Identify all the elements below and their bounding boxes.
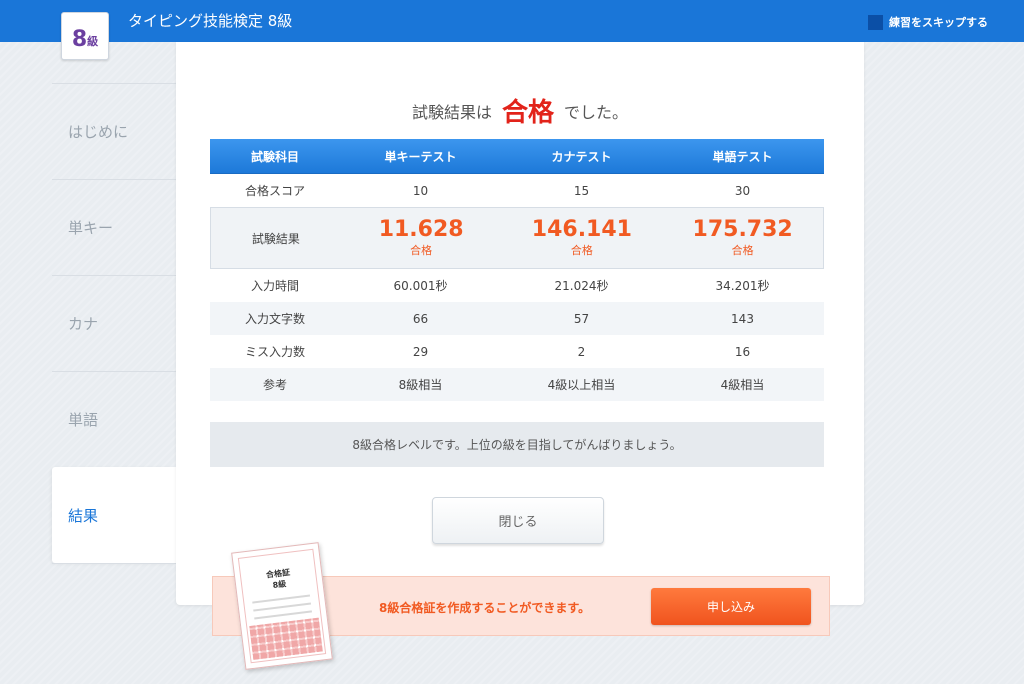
row-label: 合格スコア (244, 184, 305, 198)
sidebar-item-label: カナ (68, 315, 99, 333)
sidebar-divider (52, 563, 176, 564)
sidebar-item-label: 単語 (68, 411, 99, 429)
table-cell: 143 (731, 311, 754, 326)
table-row: 参考 8級相当 4級以上相当 4級相当 (210, 368, 824, 401)
certificate-image: 合格証 8級 (231, 542, 333, 670)
sidebar-item-result[interactable]: 結果 (52, 467, 176, 563)
score-cell: 11.628 合格 (341, 218, 502, 258)
close-button[interactable]: 閉じる (432, 497, 604, 544)
level-number: 8 (71, 27, 88, 52)
table-cell: 4級以上相当 (547, 378, 616, 392)
column-header: 単語テスト (712, 150, 773, 164)
sidebar-item-kana[interactable]: カナ (52, 275, 176, 371)
result-suffix: でした。 (564, 103, 629, 122)
row-label: 入力文字数 (244, 312, 305, 326)
result-table: 試験科目 単キーテスト カナテスト 単語テスト 合格スコア 10 15 30 試… (210, 139, 824, 401)
score-status: 合格 (410, 244, 433, 257)
certificate-text: 8級合格証を作成することができます。 (379, 601, 591, 615)
row-label: 参考 (262, 378, 287, 392)
column-header: 単キーテスト (384, 150, 457, 164)
row-label: 試験結果 (251, 231, 300, 246)
column-header: カナテスト (551, 150, 612, 164)
column-header: 試験科目 (250, 150, 299, 164)
score-status: 合格 (570, 244, 593, 257)
sidebar-item-label: 結果 (68, 506, 99, 525)
apply-button[interactable]: 申し込み (651, 588, 811, 625)
sidebar: はじめに 単キー カナ 単語 結果 (52, 83, 176, 564)
table-cell: 60.001秒 (393, 279, 448, 293)
top-bar: タイピング技能検定 8級 練習をスキップする (0, 0, 1024, 42)
table-row: 入力文字数 66 57 143 (210, 302, 824, 335)
skip-practice-label: 練習をスキップする (889, 16, 988, 29)
result-status: 合格 (501, 98, 554, 128)
score-value: 146.141 (531, 217, 632, 242)
table-cell: 30 (734, 183, 751, 198)
score-cell: 146.141 合格 (502, 218, 663, 258)
result-panel: 試験結果は 合格 でした。 試験科目 単キーテスト カナテスト 単語テスト 合格スコ… (176, 42, 864, 605)
table-header: 試験科目 単キーテスト カナテスト 単語テスト (210, 139, 824, 174)
checkbox-icon[interactable] (868, 14, 883, 30)
skip-practice-toggle[interactable]: 練習をスキップする (868, 14, 988, 30)
sidebar-item-label: 単キー (68, 219, 114, 237)
table-cell: 34.201秒 (715, 279, 770, 293)
table-cell: 2 (577, 344, 586, 359)
table-row: 試験結果 11.628 合格 146.141 合格 175.732 合格 (210, 207, 824, 269)
sidebar-item-single-key[interactable]: 単キー (52, 179, 176, 275)
table-row: 合格スコア 10 15 30 (210, 174, 824, 207)
table-cell: 15 (573, 183, 590, 198)
score-status: 合格 (731, 244, 754, 257)
table-cell: 29 (412, 344, 429, 359)
score-value: 175.732 (692, 217, 793, 242)
table-row: ミス入力数 29 2 16 (210, 335, 824, 368)
result-prefix: 試験結果は (411, 103, 492, 122)
table-cell: 21.024秒 (554, 279, 609, 293)
table-cell: 57 (573, 311, 590, 326)
level-unit: 級 (87, 35, 99, 48)
table-cell: 8級相当 (398, 378, 443, 392)
score-value: 11.628 (378, 217, 464, 242)
row-label: ミス入力数 (244, 345, 305, 359)
sidebar-item-label: はじめに (68, 123, 129, 141)
score-cell: 175.732 合格 (662, 218, 823, 258)
table-cell: 10 (412, 183, 429, 198)
row-label: 入力時間 (250, 279, 299, 293)
table-cell: 16 (734, 344, 751, 359)
level-message: 8級合格レベルです。上位の級を目指してがんばりましょう。 (210, 422, 824, 467)
table-cell: 4級相当 (720, 378, 765, 392)
sidebar-item-intro[interactable]: はじめに (52, 83, 176, 179)
level-badge: 8 級 (61, 12, 109, 60)
result-headline: 試験結果は 合格 でした。 (176, 92, 864, 129)
table-row: 入力時間 60.001秒 21.024秒 34.201秒 (210, 269, 824, 302)
sidebar-item-words[interactable]: 単語 (52, 371, 176, 467)
page-title: タイピング技能検定 8級 (128, 12, 293, 30)
table-cell: 66 (412, 311, 429, 326)
